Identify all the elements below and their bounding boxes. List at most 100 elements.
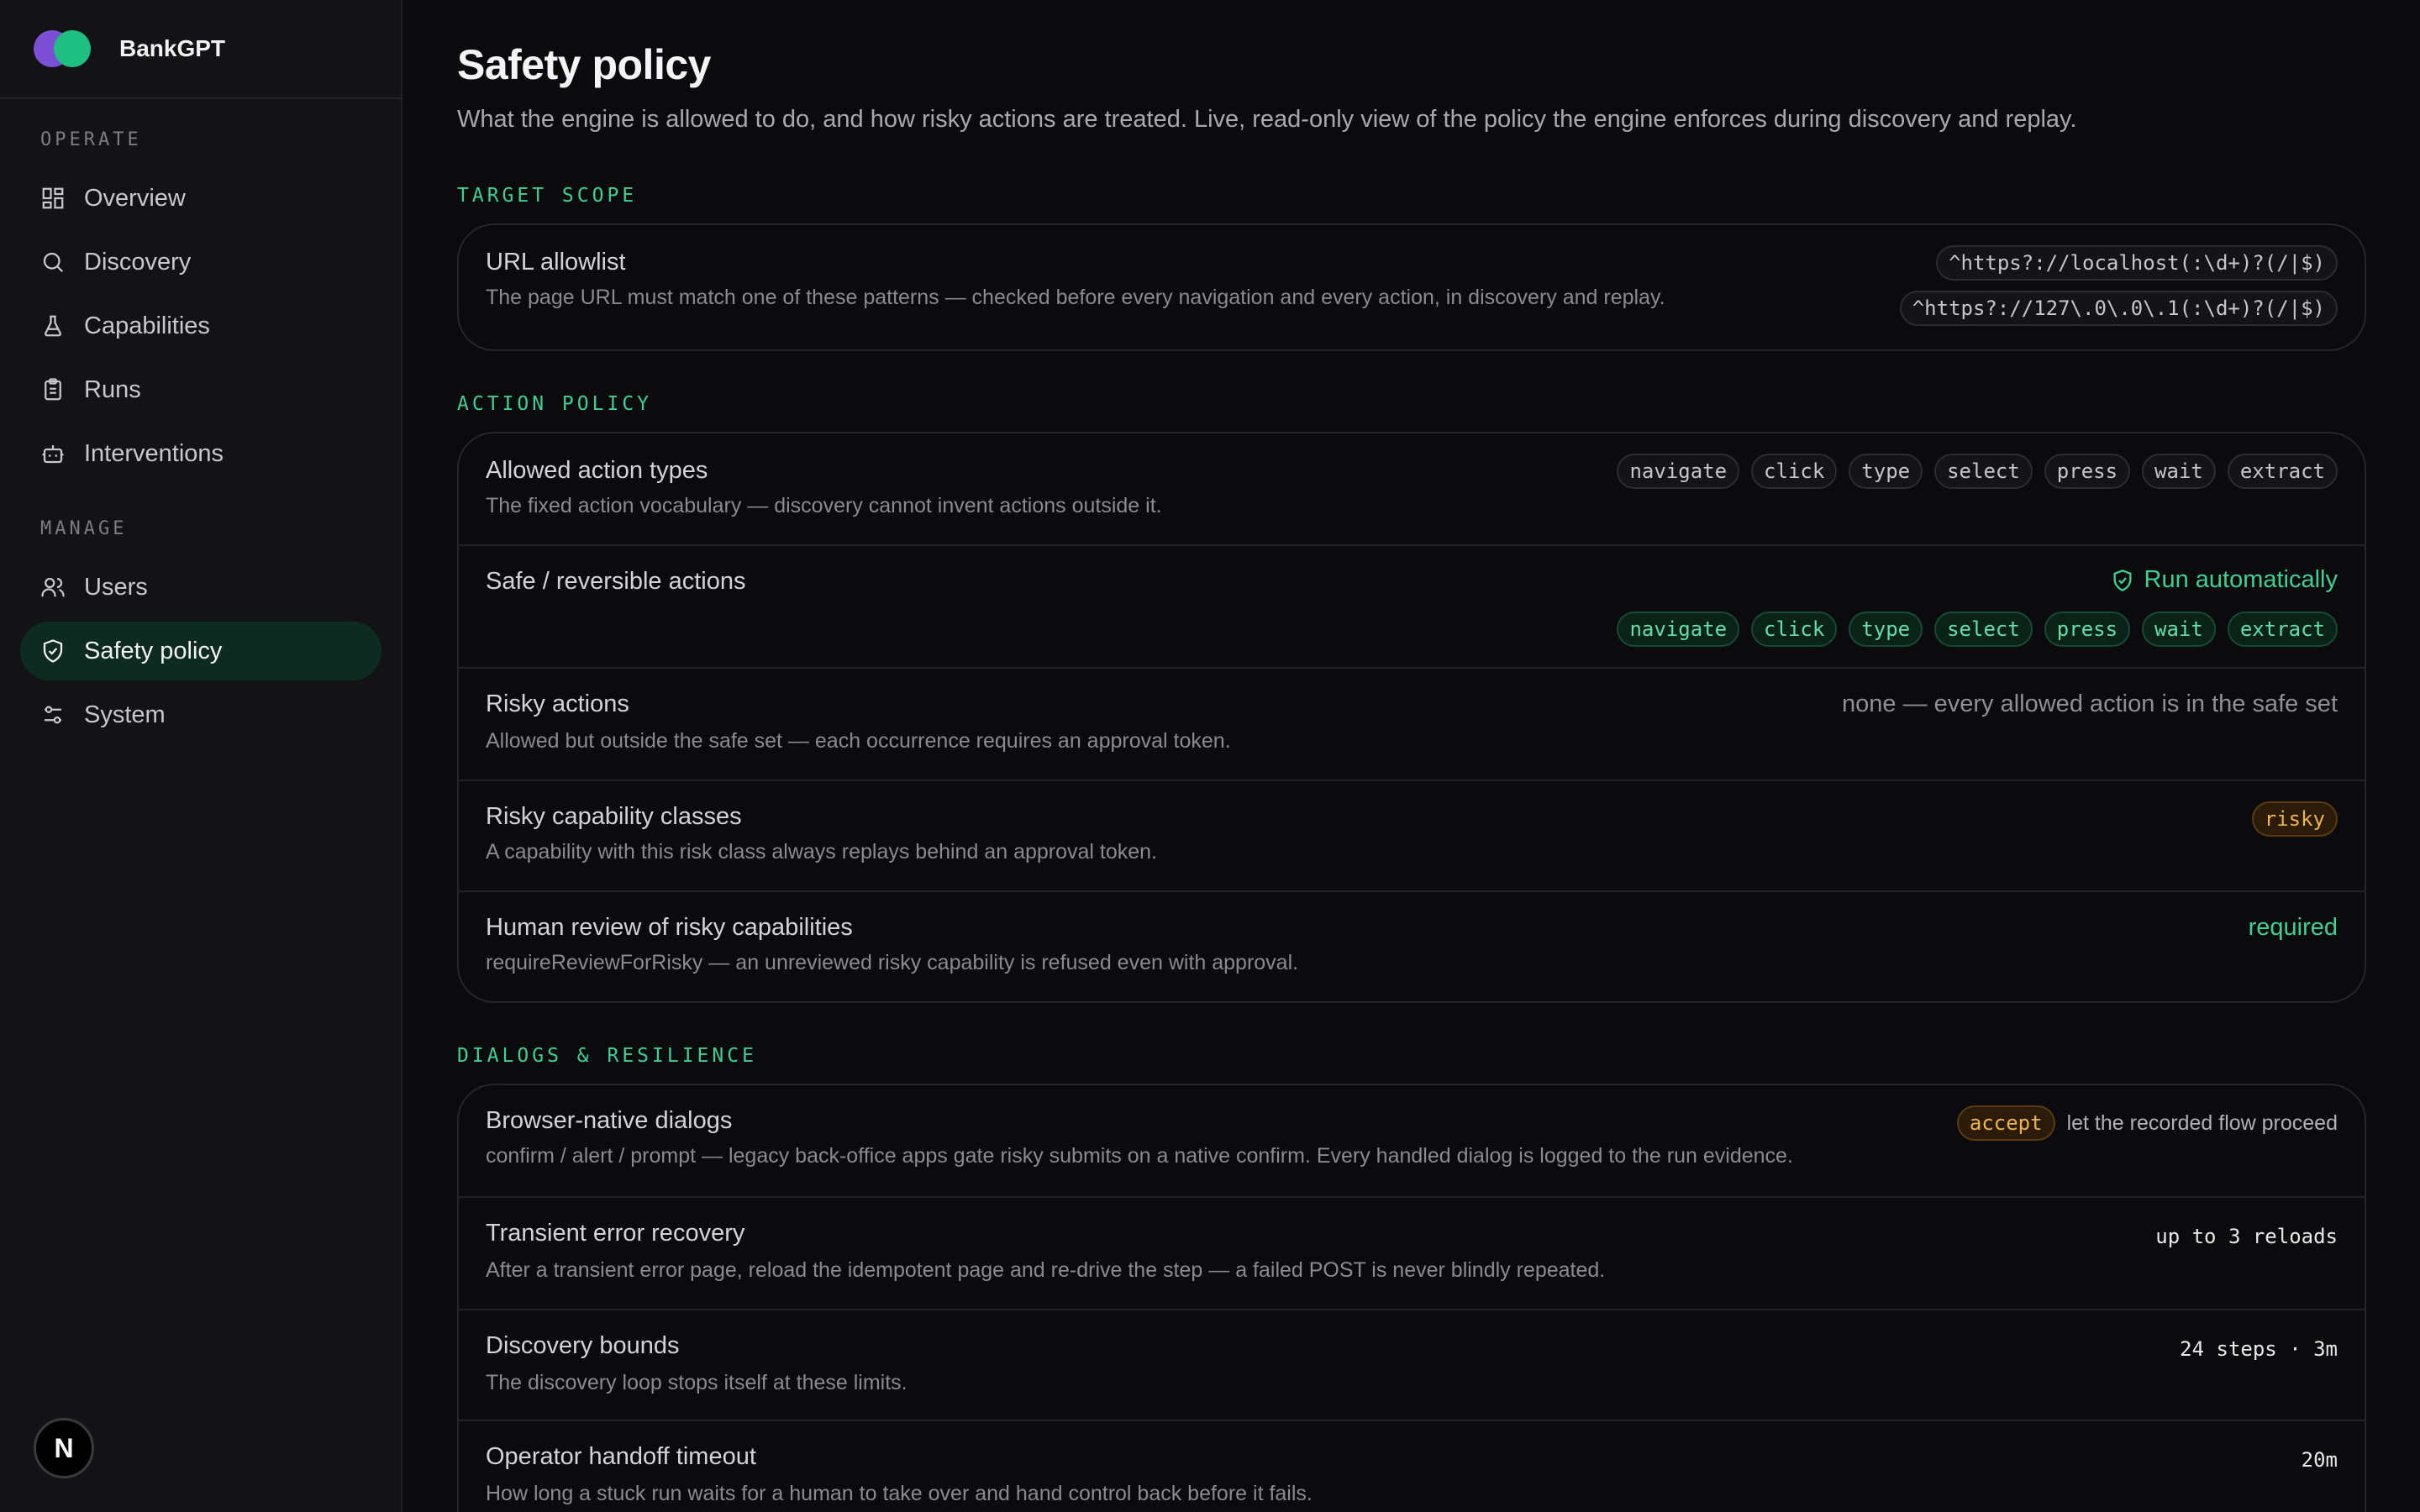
target-scope-card: URL allowlist The page URL must match on… (457, 223, 2366, 351)
logo-icon (34, 30, 92, 67)
dialog-mode-note: let the recorded flow proceed (2066, 1110, 2338, 1135)
action-chip: press (2044, 454, 2131, 489)
sidebar-item-safety-policy[interactable]: Safety policy (20, 622, 381, 680)
row-title: Safe / reversible actions (486, 568, 746, 595)
sidebar-item-interventions[interactable]: Interventions (20, 424, 381, 483)
sidebar-item-label: Overview (84, 184, 186, 212)
browser-dialogs-row: Browser-native dialogs confirm / alert /… (459, 1085, 2365, 1196)
risky-class-chips: risky (2251, 801, 2338, 837)
url-pattern-chip: ^https?://localhost(:\d+)?(/|$) (1936, 245, 2338, 281)
row-description: How long a stuck run waits for a human t… (486, 1482, 1313, 1505)
safe-action-chip: navigate (1617, 612, 1740, 647)
sidebar-item-label: Runs (84, 375, 141, 403)
browser-dialogs-value: accept let the recorded flow proceed (1956, 1105, 2338, 1141)
sidebar-item-label: Capabilities (84, 312, 210, 339)
risky-actions-row: Risky actions Allowed but outside the sa… (459, 667, 2365, 780)
human-review-value-wrap: required (2249, 914, 2338, 942)
safe-action-chip: wait (2142, 612, 2216, 647)
section-heading-dialogs-resilience: DIALOGS & RESILIENCE (457, 1045, 757, 1067)
dialog-mode-chip: accept (1956, 1105, 2055, 1141)
url-pattern-list: ^https?://localhost(:\d+)?(/|$) (1936, 245, 2338, 281)
dashboard-icon (42, 187, 64, 209)
human-review-row: Human review of risky capabilities requi… (459, 890, 2365, 1001)
safe-action-chips: navigate click type select press wait ex… (1617, 612, 2338, 647)
shield-check-icon (2113, 569, 2131, 591)
discovery-bounds-value-wrap: 24 steps · 3m (2180, 1337, 2338, 1361)
user-avatar[interactable]: N (34, 1418, 94, 1478)
error-recovery-row: Transient error recovery After a transie… (459, 1196, 2365, 1309)
row-description: requireReviewForRisky — an unreviewed ri… (486, 951, 1299, 974)
sidebar: BankGPT OPERATE Overview Discovery Capab… (0, 0, 402, 1512)
sidebar-item-overview[interactable]: Overview (20, 169, 381, 228)
handoff-timeout-row: Operator handoff timeout How long a stuc… (459, 1420, 2365, 1512)
risk-class-chip: risky (2251, 801, 2338, 837)
handoff-timeout-value-wrap: 20m (2302, 1448, 2338, 1472)
sidebar-item-label: Users (84, 573, 148, 601)
row-description: The fixed action vocabulary — discovery … (486, 494, 1162, 517)
risky-capability-classes-row: Risky capability classes A capability wi… (459, 780, 2365, 890)
dialogs-resilience-card: Browser-native dialogs confirm / alert /… (457, 1084, 2366, 1512)
section-heading-action-policy: ACTION POLICY (457, 393, 653, 415)
row-title: Human review of risky capabilities (486, 914, 853, 941)
action-chip: click (1751, 454, 1838, 489)
action-chip: select (1934, 454, 2033, 489)
row-description: The page URL must match one of these pat… (486, 286, 1665, 309)
sidebar-item-system[interactable]: System (20, 685, 381, 744)
clipboard-icon (45, 378, 61, 401)
row-description: confirm / alert / prompt — legacy back-o… (486, 1144, 1793, 1168)
row-title: Risky capability classes (486, 803, 742, 830)
error-recovery-value-wrap: up to 3 reloads (2155, 1225, 2338, 1248)
section-heading-target-scope: TARGET SCOPE (457, 185, 638, 207)
bot-icon (42, 445, 64, 464)
action-chip: extract (2227, 454, 2338, 489)
row-title: Transient error recovery (486, 1220, 745, 1247)
brand[interactable]: BankGPT (0, 0, 401, 99)
sidebar-item-runs[interactable]: Runs (20, 360, 381, 419)
users-icon (41, 577, 65, 597)
url-pattern-list-2: ^https?://127\.0\.0\.1(:\d+)?(/|$) (1899, 291, 2338, 326)
risky-actions-value-wrap: none — every allowed action is in the sa… (1842, 690, 2338, 718)
sidebar-item-label: Safety policy (84, 637, 223, 664)
flask-icon (45, 315, 61, 337)
safe-action-chip: click (1751, 612, 1838, 647)
sidebar-item-capabilities[interactable]: Capabilities (20, 297, 381, 355)
search-icon (43, 252, 64, 273)
row-title: Allowed action types (486, 457, 708, 484)
allowed-action-chips: navigate click type select press wait ex… (1617, 454, 2338, 489)
row-title: Risky actions (486, 690, 629, 717)
row-title: Discovery bounds (486, 1332, 680, 1359)
allowed-action-types-row: Allowed action types The fixed action vo… (459, 433, 2365, 544)
safe-action-chip: select (1934, 612, 2033, 647)
row-description: The discovery loop stops itself at these… (486, 1371, 908, 1394)
row-description: A capability with this risk class always… (486, 840, 1158, 864)
app-name: BankGPT (119, 35, 226, 61)
safe-actions-status-text: Run automatically (2144, 566, 2338, 593)
human-review-value: required (2248, 914, 2338, 941)
sliders-icon (45, 706, 61, 724)
handoff-timeout-value: 20m (2301, 1448, 2338, 1472)
sidebar-item-users[interactable]: Users (20, 558, 381, 617)
row-description: Allowed but outside the safe set — each … (486, 729, 1231, 753)
url-allowlist-row: URL allowlist The page URL must match on… (459, 225, 2365, 349)
sidebar-item-label: Discovery (84, 248, 192, 276)
row-title: Browser-native dialogs (486, 1107, 733, 1134)
sidebar-item-label: System (84, 701, 166, 728)
safe-action-chip: extract (2227, 612, 2338, 647)
discovery-bounds-row: Discovery bounds The discovery loop stop… (459, 1309, 2365, 1420)
manage-section-label: MANAGE (40, 518, 128, 539)
action-chip: navigate (1617, 454, 1740, 489)
error-recovery-value: up to 3 reloads (2155, 1225, 2338, 1248)
action-policy-card: Allowed action types The fixed action vo… (457, 432, 2366, 1003)
row-title: URL allowlist (486, 249, 626, 276)
safe-actions-status: Run automatically (2111, 566, 2338, 594)
safe-actions-row: Safe / reversible actions Run automatica… (459, 544, 2365, 667)
url-pattern-chip: ^https?://127\.0\.0\.1(:\d+)?(/|$) (1899, 291, 2338, 326)
sidebar-item-discovery[interactable]: Discovery (20, 233, 381, 291)
row-title: Operator handoff timeout (486, 1443, 756, 1470)
safe-action-chip: press (2044, 612, 2131, 647)
operate-section-label: OPERATE (40, 129, 142, 150)
discovery-bounds-value: 24 steps · 3m (2180, 1337, 2338, 1361)
page-title: Safety policy (457, 41, 711, 88)
shield-check-icon (43, 639, 63, 663)
safe-action-chip: type (1849, 612, 1923, 647)
